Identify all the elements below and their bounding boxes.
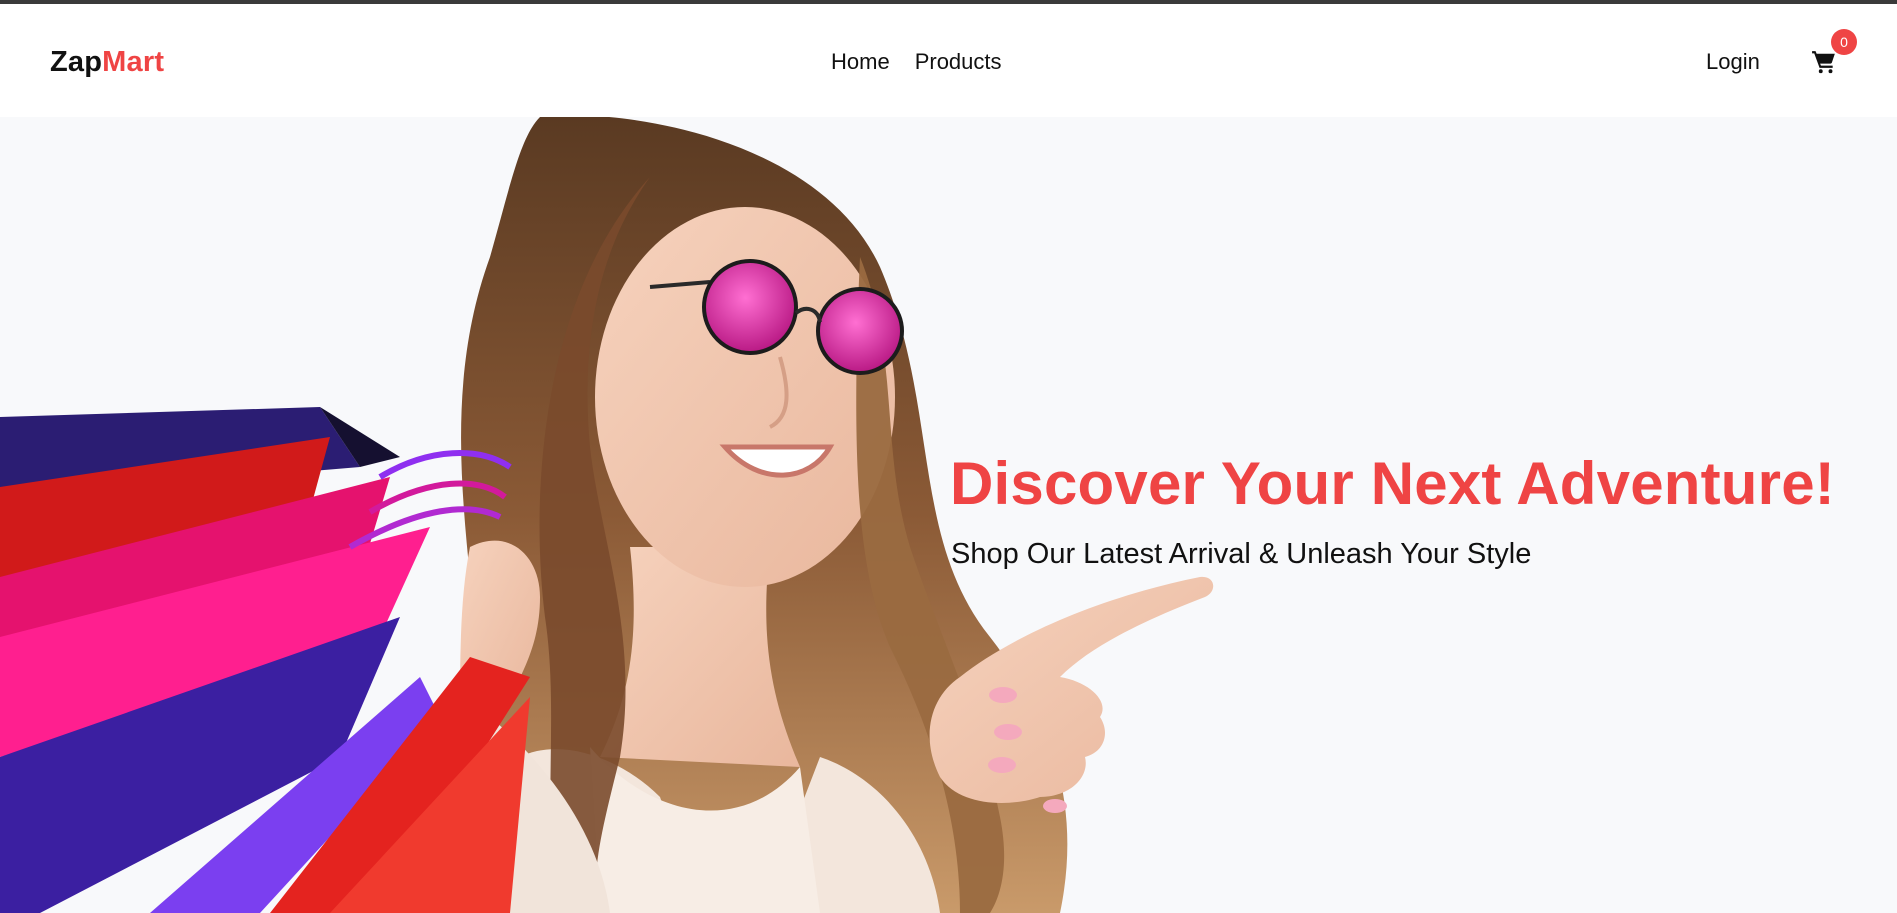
hero-title: Discover Your Next Adventure! bbox=[950, 450, 1835, 517]
brand-logo-part1: Zap bbox=[50, 46, 103, 78]
main-nav: Home Products bbox=[831, 49, 1002, 75]
brand-logo-part2: Mart bbox=[102, 46, 165, 78]
cart-count-badge: 0 bbox=[1831, 29, 1857, 55]
login-link[interactable]: Login bbox=[1706, 49, 1760, 75]
brand-logo[interactable]: ZapMart bbox=[50, 46, 164, 79]
cart-button[interactable] bbox=[1811, 49, 1837, 75]
nav-home-link[interactable]: Home bbox=[831, 49, 890, 75]
hero-subtitle: Shop Our Latest Arrival & Unleash Your S… bbox=[951, 538, 1532, 570]
navbar: ZapMart Home Products Login 0 bbox=[0, 4, 1897, 117]
hero-banner: Discover Your Next Adventure! Shop Our L… bbox=[0, 117, 1897, 913]
nav-products-link[interactable]: Products bbox=[915, 49, 1002, 75]
shopping-cart-icon bbox=[1812, 51, 1835, 74]
